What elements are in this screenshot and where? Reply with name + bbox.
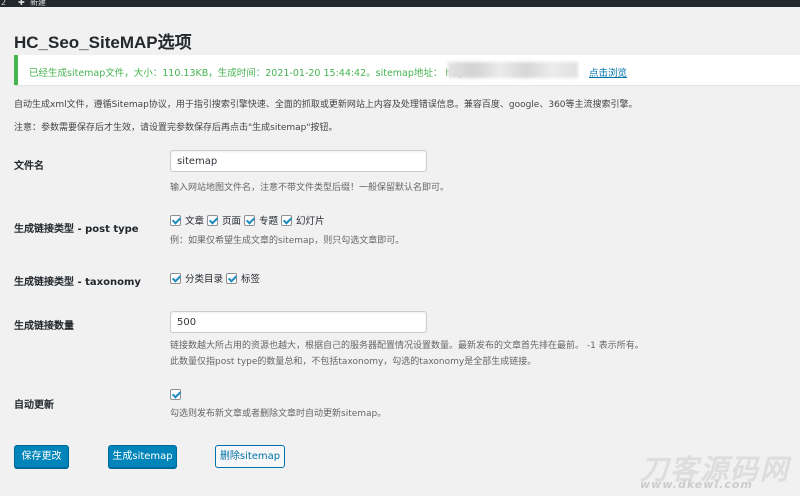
checkbox-page[interactable] [207, 214, 219, 226]
filename-label: 文件名 [14, 161, 44, 172]
taxonomy-checkbox-group: 分类目录 标签 [170, 271, 263, 285]
auto-update-checkbox-group [170, 389, 185, 400]
checkbox-tag[interactable] [226, 272, 238, 284]
admin-bar: 2 ✚ 新建 [0, 0, 800, 7]
checkbox-tag-label: 标签 [241, 274, 261, 285]
notice-text: 已经生成sitemap文件，大小：110.13KB，生成时间：2021-01-2… [29, 68, 469, 79]
auto-update-hint: 勾选则发布新文章或者删除文章时自动更新sitemap。 [170, 409, 387, 419]
taxonomy-label: 生成链接类型 - taxonomy [14, 277, 141, 288]
checkbox-slide-label: 幻灯片 [296, 216, 325, 227]
save-changes-button[interactable]: 保存更改 [14, 445, 69, 468]
link-count-hint: 链接数越大所占用的资源也越大，根据自己的服务器配置情况设置数量。最新发布的文章首… [170, 341, 644, 351]
auto-update-label: 自动更新 [14, 400, 54, 411]
post-type-hint: 例：如果仅希望生成文章的sitemap，则只勾选文章即可。 [170, 236, 405, 246]
delete-sitemap-button[interactable]: 删除sitemap [215, 445, 285, 468]
checkbox-page-label: 页面 [222, 216, 242, 227]
checkbox-topic[interactable] [244, 214, 256, 226]
post-type-label: 生成链接类型 - post type [14, 224, 139, 235]
checkbox-topic-label: 专题 [259, 216, 279, 227]
watermark-url: www.dkewl.com [640, 478, 753, 491]
generate-sitemap-button[interactable]: 生成sitemap [108, 445, 177, 468]
intro-note: 注意：参数需要保存后才生效，请设置完参数保存后再点击"生成sitemap"按钮。 [14, 123, 338, 133]
link-count-label: 生成链接数量 [14, 321, 74, 332]
intro-description: 自动生成xml文件，遵循Sitemap协议，用于指引搜索引擎快速、全面的抓取或更… [14, 100, 638, 110]
checkbox-auto-update[interactable] [170, 389, 181, 400]
checkbox-category[interactable] [170, 272, 181, 284]
filename-hint: 输入网站地图文件名，注意不带文件类型后缀！一般保留默认名即可。 [170, 183, 450, 193]
admin-bar-new-link[interactable]: 新建 [30, 0, 46, 7]
view-sitemap-link[interactable]: 点击浏览 [589, 65, 627, 79]
checkbox-category-label: 分类目录 [185, 274, 224, 285]
checkbox-post-label: 文章 [185, 216, 205, 227]
success-notice: 已经生成sitemap文件，大小：110.13KB，生成时间：2021-01-2… [14, 55, 800, 85]
link-count-hint-2: 此数量仅指post type的数量总和，不包括taxonomy，勾选的taxon… [170, 357, 537, 367]
post-type-checkbox-group: 文章 页面 专题 幻灯片 [170, 213, 328, 227]
checkbox-post[interactable] [170, 214, 181, 226]
redacted-url-blur [448, 62, 578, 78]
admin-bar-number[interactable]: 2 [1, 0, 6, 7]
link-count-input[interactable] [170, 311, 427, 333]
plus-icon[interactable]: ✚ [18, 0, 25, 7]
filename-input[interactable] [170, 150, 427, 172]
checkbox-slide[interactable] [281, 214, 293, 226]
page-title: HC_Seo_SiteMAP选项 [14, 33, 192, 52]
